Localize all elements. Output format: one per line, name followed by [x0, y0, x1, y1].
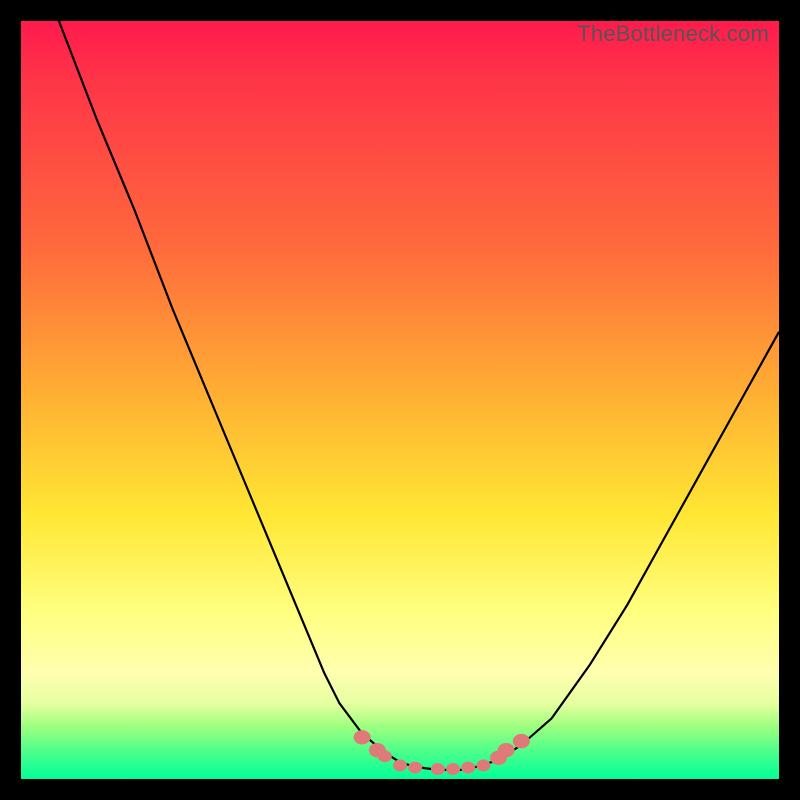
curve-marker — [513, 734, 530, 748]
curve-markers — [354, 730, 530, 775]
chart-container: TheBottleneck.com — [0, 0, 800, 800]
curve-marker — [431, 763, 445, 775]
curve-marker — [461, 762, 475, 774]
plot-area: TheBottleneck.com — [21, 21, 779, 779]
curve-marker — [378, 750, 392, 762]
bottleneck-curve — [59, 21, 779, 770]
curve-marker — [476, 759, 490, 771]
curve-marker — [498, 743, 515, 757]
curve-marker — [354, 730, 371, 744]
curve-marker — [393, 759, 407, 771]
curve-marker — [446, 763, 460, 775]
curve-layer — [21, 21, 779, 779]
curve-marker — [408, 762, 422, 774]
